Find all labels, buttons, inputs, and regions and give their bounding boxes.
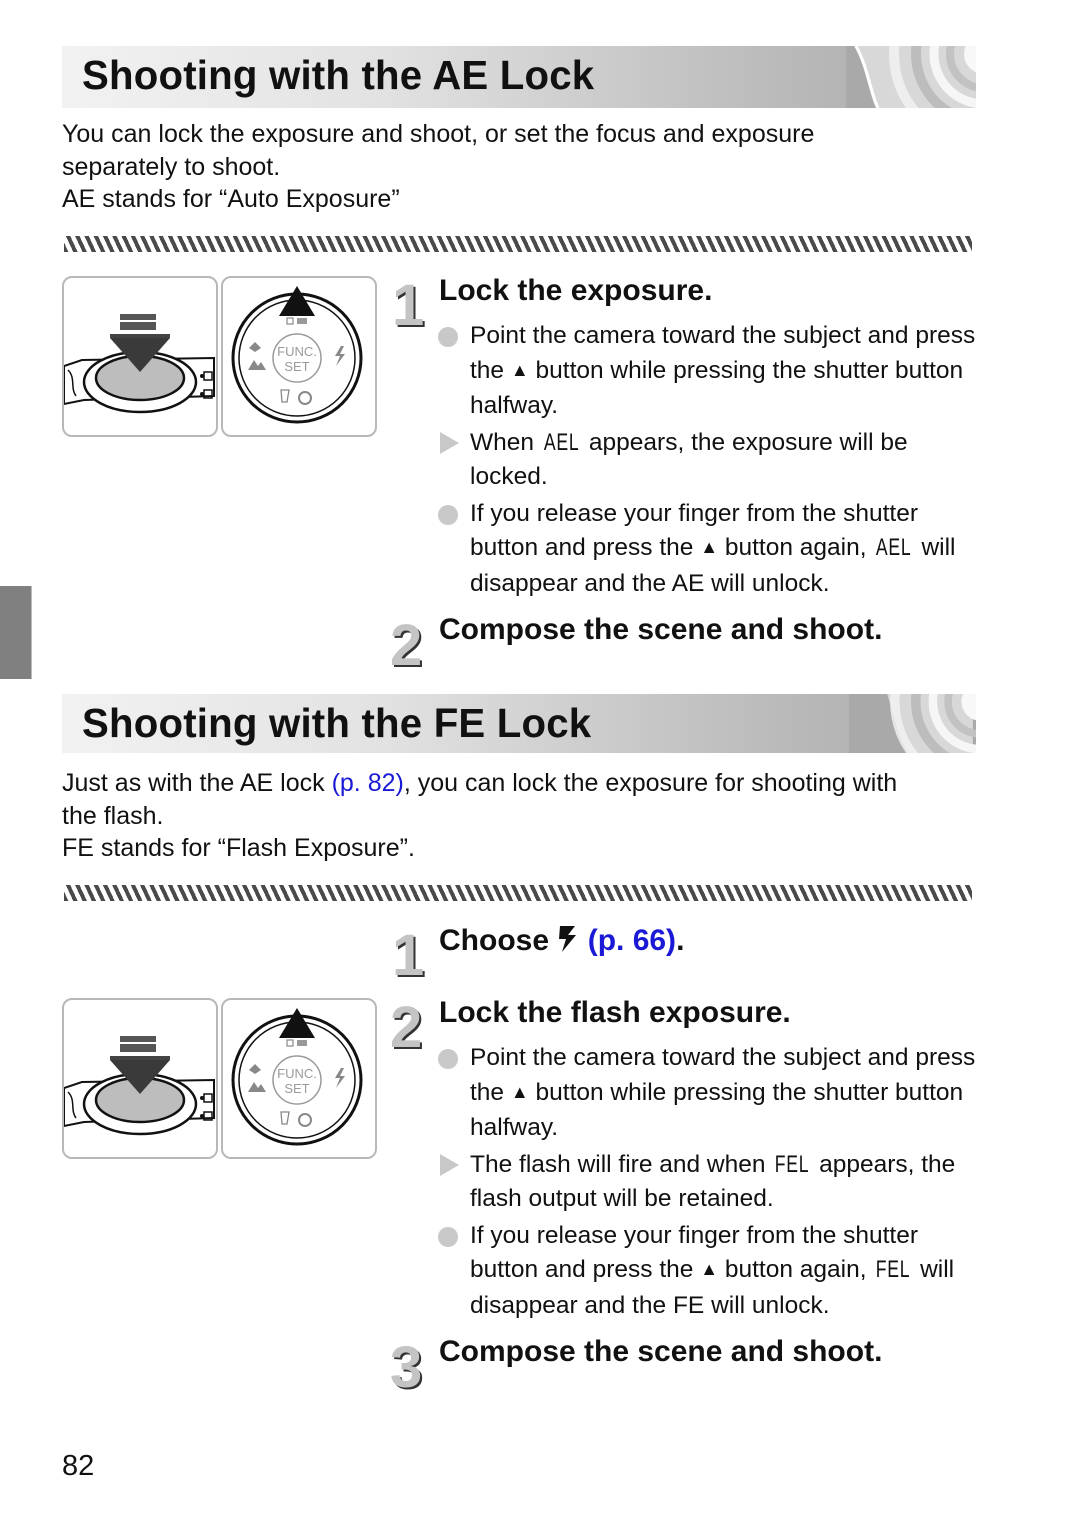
list-item: When AEL appears, the exposure will be l… <box>438 426 983 495</box>
up-button-icon: ▲ <box>510 359 529 380</box>
list-item: Point the camera toward the subject and … <box>438 319 983 424</box>
shutter-button-illustration <box>62 276 218 437</box>
result-arrow-icon <box>440 431 459 454</box>
page-number: 82 <box>62 1450 95 1482</box>
step-title: Lock the exposure. <box>439 274 713 307</box>
decorative-swirl-icon <box>846 46 976 108</box>
control-dial-illustration: FUNC. SET <box>221 276 377 437</box>
decorative-swirl-icon <box>849 694 976 753</box>
control-dial-illustration: FUNC. SET <box>221 998 377 1159</box>
result-arrow-icon <box>440 1153 459 1176</box>
intro-line: AE stands for “Auto Exposure” <box>62 185 400 213</box>
ael-icon: AEL <box>543 428 580 456</box>
list-item: If you release your finger from the shut… <box>438 1219 983 1324</box>
chapter-side-tab <box>0 586 32 679</box>
up-button-icon: ▲ <box>510 1081 529 1102</box>
section-title: Shooting with the FE Lock <box>82 700 592 746</box>
intro-line: You can lock the exposure and shoot, or … <box>62 120 815 148</box>
list-item: Point the camera toward the subject and … <box>438 1041 983 1146</box>
set-label: SET <box>284 1081 309 1096</box>
shutter-press-icon <box>64 314 215 414</box>
list-item: If you release your finger from the shut… <box>438 497 983 602</box>
func-label: FUNC. <box>277 1066 317 1081</box>
shutter-button-illustration <box>62 998 218 1159</box>
fel-icon: FEL <box>876 1256 911 1283</box>
func-label: FUNC. <box>277 344 317 359</box>
shutter-press-icon <box>64 1036 215 1136</box>
step-number: 1 <box>392 923 425 988</box>
step-title: Choose (p. 66). <box>439 924 685 957</box>
page-link[interactable]: (p. 82) <box>332 769 404 797</box>
step-number: 2 <box>390 613 423 678</box>
step-number: 2 <box>390 995 423 1060</box>
intro-line: separately to shoot. <box>62 152 281 181</box>
step-number: 3 <box>390 1335 423 1400</box>
bullet-dot-icon <box>438 504 458 525</box>
step-title: Compose the scene and shoot. <box>439 1335 883 1368</box>
set-label: SET <box>284 359 309 374</box>
step-bullet-list: Point the camera toward the subject and … <box>438 1041 983 1325</box>
section-title-banner-ae: Shooting with the AE Lock <box>62 46 976 108</box>
hatched-divider <box>64 236 972 252</box>
up-button-icon: ▲ <box>700 537 719 557</box>
intro-line: the flash. <box>62 801 164 830</box>
intro-line: Just as with the AE lock (p. 82), you ca… <box>62 769 898 797</box>
step-number: 1 <box>392 273 425 338</box>
section-title: Shooting with the AE Lock <box>82 52 595 98</box>
hatched-divider <box>64 885 972 901</box>
control-dial-icon: FUNC. SET <box>231 1008 363 1146</box>
step-title: Lock the flash exposure. <box>439 996 791 1029</box>
bullet-dot-icon <box>438 1226 458 1247</box>
ael-icon: AEL <box>876 534 912 561</box>
step-title: Compose the scene and shoot. <box>439 613 883 646</box>
intro-paragraph-fe: Just as with the AE lock (p. 82), you ca… <box>62 767 982 865</box>
step-bullet-list: Point the camera toward the subject and … <box>438 319 983 603</box>
up-button-icon: ▲ <box>700 1259 719 1279</box>
intro-paragraph-ae: You can lock the exposure and shoot, or … <box>62 118 982 216</box>
intro-line: FE stands for “Flash Exposure”. <box>62 834 415 862</box>
page-link[interactable]: (p. 66) <box>588 924 676 957</box>
section-title-banner-fe: Shooting with the FE Lock <box>62 694 976 753</box>
flash-icon <box>559 926 577 952</box>
bullet-dot-icon <box>438 1049 458 1069</box>
fel-icon: FEL <box>775 1150 810 1178</box>
bullet-dot-icon <box>438 327 458 347</box>
list-item: The flash will fire and when FEL appears… <box>438 1148 983 1217</box>
control-dial-icon: FUNC. SET <box>231 286 363 424</box>
